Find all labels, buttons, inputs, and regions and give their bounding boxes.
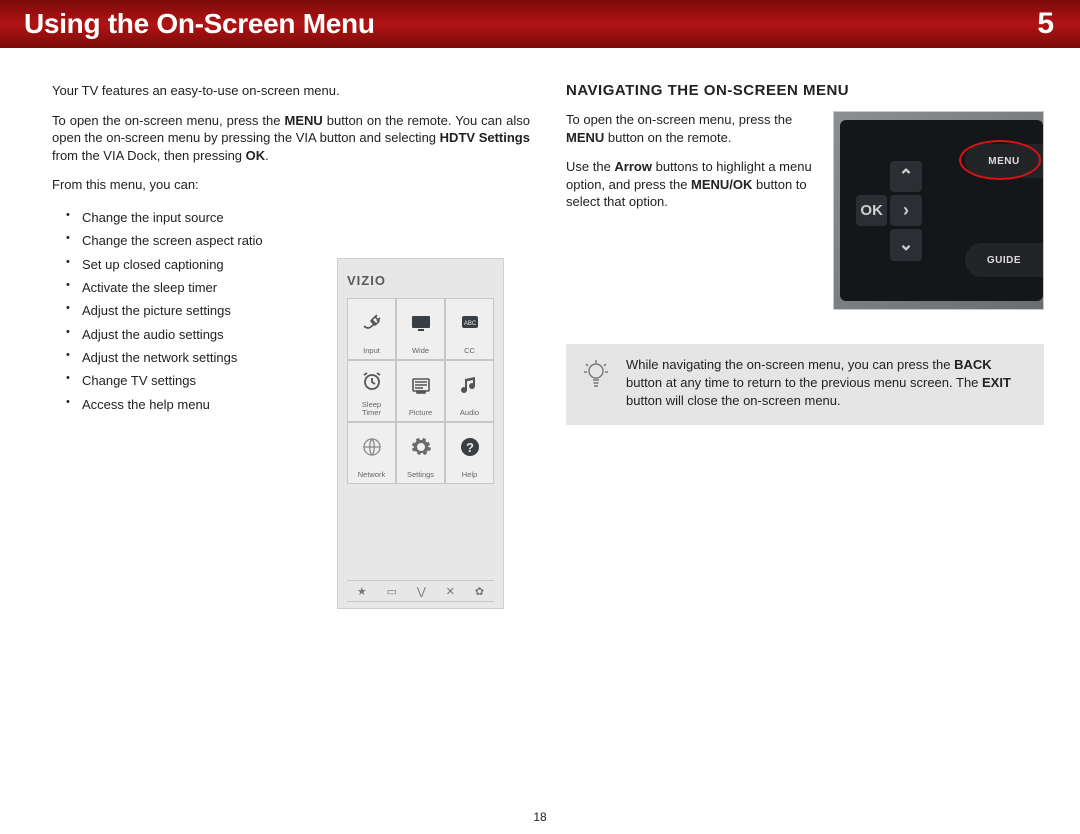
onscreen-menu-illustration: VIZIO Input Wide ABC CC Sleep Timer Pict…	[337, 258, 504, 609]
menu-cell-wide: Wide	[396, 298, 445, 360]
menu-cell-audio: Audio	[445, 360, 494, 422]
chapter-banner: Using the On-Screen Menu 5	[0, 0, 1080, 48]
arrow-right-icon: ›	[890, 195, 921, 226]
remote-guide-button: GUIDE	[965, 243, 1043, 277]
feature-list: Change the input source Change the scree…	[52, 206, 302, 417]
menu-cell-cc: ABC CC	[445, 298, 494, 360]
list-item: Change TV settings	[82, 369, 302, 392]
chapter-title: Using the On-Screen Menu	[24, 8, 375, 40]
right-column: NAVIGATING THE ON-SCREEN MENU To open th…	[566, 82, 1044, 425]
right-text-block: To open the on-screen menu, press the ME…	[566, 111, 817, 223]
flower-icon: ✿	[475, 585, 484, 598]
help-icon: ?	[457, 423, 483, 471]
chevron-down-icon: ⋁	[417, 585, 426, 598]
right-top-row: To open the on-screen menu, press the ME…	[566, 111, 1044, 310]
remote-photo: ⌃ OK › ⌄ MENU GUIDE	[833, 111, 1044, 310]
globe-icon	[359, 423, 385, 471]
list-item: Adjust the network settings	[82, 346, 302, 369]
list-item: Set up closed captioning	[82, 253, 302, 276]
cc-icon: ABC	[457, 299, 483, 347]
page-body: Your TV features an easy-to-use on-scree…	[0, 48, 1080, 435]
svg-text:?: ?	[466, 440, 474, 455]
svg-text:ABC: ABC	[463, 321, 476, 327]
from-this-menu: From this menu, you can:	[52, 176, 530, 194]
list-item: Adjust the picture settings	[82, 299, 302, 322]
list-item: Change the input source	[82, 206, 302, 229]
menu-footer-icons: ★ ▭ ⋁ ✕ ✿	[347, 580, 494, 602]
arrow-up-icon: ⌃	[890, 161, 921, 192]
menu-cell-picture: Picture	[396, 360, 445, 422]
page-number: 18	[0, 810, 1080, 824]
rect-icon: ▭	[387, 585, 397, 598]
menu-cell-help: ? Help	[445, 422, 494, 484]
lightbulb-icon	[580, 358, 612, 390]
picture-icon	[408, 361, 434, 409]
list-item: Change the screen aspect ratio	[82, 229, 302, 252]
gear-icon	[408, 423, 434, 471]
menu-cell-settings: Settings	[396, 422, 445, 484]
tv-icon	[408, 299, 434, 347]
list-item: Activate the sleep timer	[82, 276, 302, 299]
menu-cell-sleep: Sleep Timer	[347, 360, 396, 422]
tip-box: While navigating the on-screen menu, you…	[566, 344, 1044, 425]
star-icon: ★	[357, 585, 367, 598]
remote-dpad: ⌃ OK › ⌄	[856, 161, 956, 261]
section-heading: NAVIGATING THE ON-SCREEN MENU	[566, 82, 1044, 99]
nav-p1: To open the on-screen menu, press the ME…	[566, 111, 817, 146]
open-menu-paragraph: To open the on-screen menu, press the ME…	[52, 112, 530, 165]
music-icon	[457, 361, 483, 409]
nav-p2: Use the Arrow buttons to highlight a men…	[566, 158, 817, 211]
intro-text: Your TV features an easy-to-use on-scree…	[52, 82, 530, 100]
arrow-down-icon: ⌄	[890, 229, 921, 260]
clock-icon	[359, 361, 385, 401]
chapter-number: 5	[1037, 7, 1054, 41]
plug-icon	[359, 299, 385, 347]
list-item: Access the help menu	[82, 393, 302, 416]
menu-grid: Input Wide ABC CC Sleep Timer Picture Au…	[347, 298, 494, 484]
remote-menu-button: MENU	[965, 144, 1043, 178]
close-icon: ✕	[446, 585, 455, 598]
list-item: Adjust the audio settings	[82, 323, 302, 346]
menu-cell-input: Input	[347, 298, 396, 360]
ok-button: OK	[856, 195, 887, 226]
menu-cell-network: Network	[347, 422, 396, 484]
vizio-logo: VIZIO	[347, 273, 494, 288]
